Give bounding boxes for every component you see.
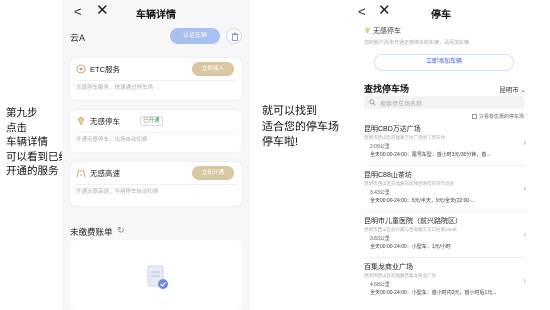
nav-bar: < ✕ 停车 (352, 0, 530, 24)
noplate-title: 无感停车 (364, 26, 401, 36)
lot-distance: 2.09公里 (370, 144, 390, 150)
lot-name: 昆明市儿童医院（前兴路院区） (364, 218, 462, 225)
auth-vehicle-button[interactable]: 认证车辆 (170, 28, 220, 44)
divider (364, 257, 526, 258)
caption-line: 就可以找到 (262, 105, 317, 117)
discount-filter-checkbox[interactable]: 只看有优惠的停车场 (471, 113, 524, 120)
lot-name: 昆明CBD万达广场 (364, 126, 421, 133)
etc-connect-button[interactable]: 立即接入 (192, 62, 234, 76)
noplate-desc: 您的账户尚未开通无感停车的车辆，请添加车辆 (364, 40, 470, 46)
caption-left: 第九步 点击 车辆详情 可以看到已经 开通的服务 (6, 106, 69, 179)
road-icon (76, 168, 86, 178)
service-card-highway: 无感高速 立即开通 开通无感高速，不用停车自动扣费 (70, 162, 242, 206)
find-parking-title: 查找停车场 (364, 84, 410, 94)
page-title: 停车 (431, 10, 451, 21)
service-card-etc: ETC服务 立即接入 无感停车服务，快速通过停车场 (70, 58, 242, 100)
divider (76, 184, 236, 185)
highway-open-button[interactable]: 立即开通 (192, 166, 234, 180)
page-title: 车辆详情 (136, 10, 176, 21)
chevron-down-icon: ⌄ (520, 87, 526, 94)
search-icon (369, 99, 376, 106)
nav-bar: < ✕ 车辆详情 (62, 0, 250, 24)
discount-filter-label: 只看有优惠的停车场 (478, 114, 524, 120)
noplate-label: 无感停车 (373, 28, 401, 35)
parking-lot-item[interactable]: 百集龙商业广场 昆明市西山区前福路百集龙商业广场 4.68公里 全天00:00-… (364, 262, 526, 304)
lot-distance: 4.68公里 (370, 282, 390, 288)
add-vehicle-button[interactable]: 立即添加车辆 (374, 54, 514, 71)
lot-address: 昆明市西山区前福路万达广场地下停车场 (364, 135, 445, 140)
lot-address: 昆明市西山区前福路百集龙商业广场 (364, 273, 436, 278)
unpaid-bill-card (70, 240, 242, 310)
service-desc: 无感停车服务，快速通过停车场 (76, 85, 154, 91)
lot-fee: 全天00:00-24:00：5元/半天，9元/全天(22:00-... (370, 198, 476, 204)
parking-screen: < ✕ 停车 无感停车 您的账户尚未开通无感停车的车辆，请添加车辆 立即添加车辆… (352, 0, 530, 310)
search-placeholder: 搜索停车场名称 (380, 102, 423, 108)
chevron-right-icon: › (523, 230, 526, 239)
parking-lot-item[interactable]: 昆明C88山茶坊 昆明市西山区前福路东延线昆明市花鸟市场旁 3.43公里 全天0… (364, 170, 526, 212)
caption-line: 点击 (6, 121, 27, 134)
caption-line: 可以看到已经 (6, 150, 69, 163)
diamond-icon (365, 27, 370, 34)
trash-icon (231, 32, 239, 41)
lot-address: 昆明市西山区前福路东延线昆明市花鸟市场旁 (364, 181, 454, 186)
divider (76, 80, 236, 81)
parking-lot-item[interactable]: 昆明CBD万达广场 昆明市西山区前福路万达广场地下停车场 2.09公里 全天00… (364, 124, 526, 166)
parking-lot-item[interactable]: 昆明市儿童医院（前兴路院区） 昆明市西山区前兴路与西坝路交叉口往南250米 3.… (364, 216, 526, 258)
service-desc: 开通无感停车，出场自动扣费 (76, 137, 148, 143)
service-name: 无感高速 (90, 169, 120, 178)
lot-name: 昆明C88山茶坊 (364, 172, 412, 179)
checkbox-box (471, 114, 477, 119)
lot-fee: 全天00:00-24:00：小型车：1元/小时 (370, 244, 451, 250)
caption-line: 车辆详情 (6, 136, 48, 148)
unpaid-bill-title: 未缴费账单 (70, 227, 113, 237)
empty-bill-icon (147, 265, 168, 289)
lot-distance: 3.43公里 (370, 190, 390, 196)
lot-distance: 3.83公里 (370, 236, 390, 242)
vehicle-detail-screen: < ✕ 车辆详情 云A 认证车辆 ETC服务 立即接入 无感停车服务，快速通过停… (62, 0, 250, 310)
plate-row: 云A 认证车辆 (70, 28, 242, 46)
divider (364, 165, 526, 166)
parking-search-input[interactable]: 搜索停车场名称 (364, 96, 524, 109)
lot-fee: 全天00:00-24:00：小型车：首小时内3元，首小时后1元... (370, 290, 497, 296)
refresh-icon[interactable]: ↻ (117, 225, 125, 236)
divider (76, 132, 236, 133)
diamond-icon (77, 116, 85, 126)
chevron-right-icon: › (523, 138, 526, 147)
service-name: 无感停车 (90, 117, 120, 126)
city-label: 昆明市 (499, 87, 519, 94)
etc-icon (76, 64, 86, 74)
lot-name: 百集龙商业广场 (364, 264, 413, 271)
chevron-right-icon: › (523, 184, 526, 193)
caption-line: 停车啦! (262, 136, 299, 148)
caption-line: 开通的服务 (6, 165, 59, 177)
delete-vehicle-button[interactable] (226, 28, 242, 44)
plate-number: 云A (70, 33, 86, 43)
lot-fee: 全天00:00-24:00：尾号车型：首小时3元/30分钟，首... (370, 152, 491, 158)
caption-line: 第九步 (6, 107, 38, 119)
lot-address: 昆明市西山区前兴路与西坝路交叉口往南250米 (364, 227, 458, 232)
service-name: ETC服务 (90, 65, 120, 74)
caption-line: 适合您的停车场 (262, 120, 339, 133)
caption-middle: 就可以找到 适合您的停车场 停车啦! (262, 104, 339, 151)
status-badge: 已开通 (140, 116, 163, 126)
service-desc: 开通无感高速，不用停车自动扣费 (76, 189, 159, 195)
chevron-right-icon: › (523, 276, 526, 285)
service-card-parking[interactable]: 无感停车 已开通 开通无感停车，出场自动扣费 (70, 110, 242, 152)
city-selector[interactable]: 昆明市 ⌄ (499, 84, 526, 94)
divider (364, 211, 526, 212)
